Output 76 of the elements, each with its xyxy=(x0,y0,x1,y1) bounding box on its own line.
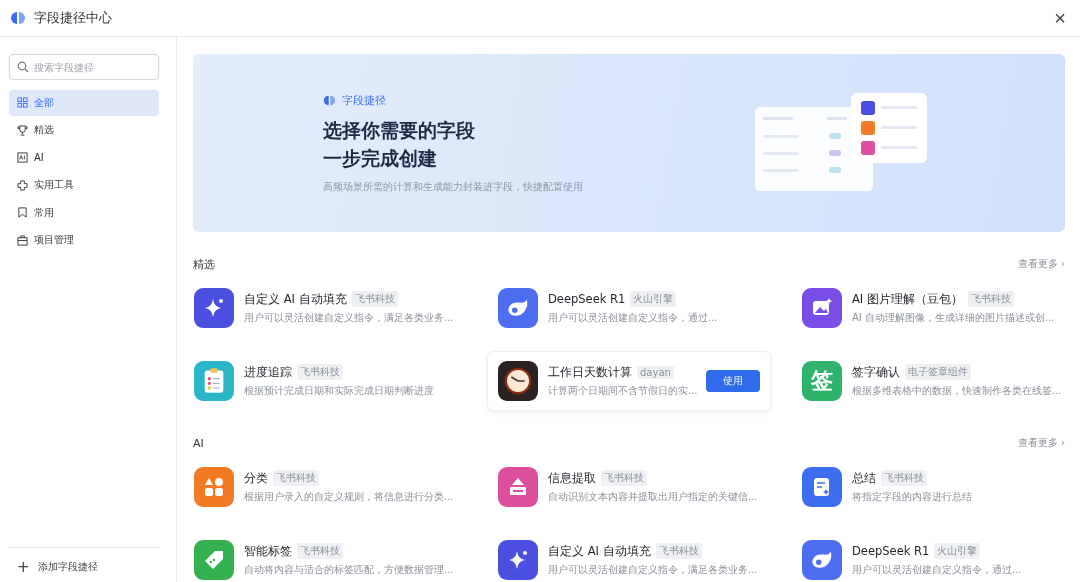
shortcut-card[interactable]: 智能标签 飞书科技 自动将内容与适合的标签匹配，方便数据管理... xyxy=(183,530,467,582)
shortcut-card[interactable]: AI 图片理解（豆包） 飞书科技 AI 自动理解图像，生成详细的图片描述或创... xyxy=(791,278,1075,338)
shortcut-description: 自动识别文本内容并提取出用户指定的关键信... xyxy=(548,490,759,504)
search-field[interactable]: 搜索字段捷径 xyxy=(9,54,159,80)
shortcut-name: 信息提取 xyxy=(548,470,596,486)
shortcut-card[interactable]: 自定义 AI 自动填充 飞书科技 用户可以灵活创建自定义指令，满足各类业务... xyxy=(487,530,771,582)
shortcut-description: 自动将内容与适合的标签匹配，方便数据管理... xyxy=(244,563,455,577)
bookmark-icon xyxy=(17,207,28,219)
provider-tag: 火山引擎 xyxy=(630,291,677,307)
banner-subtitle: 高频场景所需的计算和生成能力封装进字段，快捷配置使用 xyxy=(323,179,583,194)
sidebar-item[interactable]: 精选 xyxy=(9,117,159,143)
shortcut-name: 进度追踪 xyxy=(244,364,292,380)
view-more-link[interactable]: 查看更多 › xyxy=(1017,436,1065,450)
provider-tag: 飞书科技 xyxy=(967,291,1014,307)
sidebar-item[interactable]: 全部 xyxy=(9,90,159,116)
shortcut-card[interactable]: DeepSeek R1 火山引擎 用户可以灵活创建自定义指令，通过... xyxy=(791,530,1075,582)
grid-icon xyxy=(17,97,28,109)
shortcut-name: 分类 xyxy=(244,470,268,486)
shortcut-description: 将指定字段的内容进行总结 xyxy=(852,490,973,504)
shortcut-name: 工作日天数计算 xyxy=(548,364,632,380)
shortcut-description: 用户可以灵活创建自定义指令，满足各类业务... xyxy=(244,311,455,325)
provider-tag: 飞书科技 xyxy=(881,470,927,486)
provider-tag: 飞书科技 xyxy=(297,364,343,380)
ai-icon xyxy=(17,152,28,164)
shortcut-name: DeepSeek R1 xyxy=(852,544,930,558)
add-shortcut-button[interactable]: + 添加字段捷径 xyxy=(9,556,106,578)
banner-title: 选择你需要的字段 一步完成创建 xyxy=(323,117,476,171)
shortcut-name: AI 图片理解（豆包） xyxy=(852,291,963,307)
shortcut-name: 自定义 AI 自动填充 xyxy=(244,291,347,307)
shortcut-card[interactable]: 总结 飞书科技 将指定字段的内容进行总结 xyxy=(791,457,1075,517)
provider-tag: dayan xyxy=(637,365,674,379)
shortcut-card[interactable]: DeepSeek R1 火山引擎 用户可以灵活创建自定义指令，通过... xyxy=(487,278,771,338)
provider-tag: 飞书科技 xyxy=(601,470,647,486)
provider-tag: 火山引擎 xyxy=(934,543,981,559)
shortcut-card[interactable]: 进度追踪 飞书科技 根据预计完成日期和实际完成日期判断进度 xyxy=(183,351,467,411)
window-title: 字段捷径中心 xyxy=(34,9,112,27)
shortcut-description: 计算两个日期间不含节假日的实... xyxy=(548,383,696,398)
section-title: 精选 xyxy=(193,256,215,272)
shortcut-description: 根据多维表格中的数据，快速制作各类在线签... xyxy=(852,384,1063,398)
section-title: AI xyxy=(193,436,204,450)
provider-tag: 飞书科技 xyxy=(351,291,398,307)
search-icon xyxy=(17,61,29,73)
shortcut-description: 用户可以灵活创建自定义指令，满足各类业务... xyxy=(548,563,759,577)
shortcut-description: 根据用户录入的自定义规则，将信息进行分类... xyxy=(244,490,455,504)
app-logo-icon xyxy=(10,10,26,26)
shortcut-name: 自定义 AI 自动填充 xyxy=(548,543,651,559)
shortcut-card[interactable]: 自定义 AI 自动填充 飞书科技 用户可以灵活创建自定义指令，满足各类业务... xyxy=(183,278,467,338)
view-more-link[interactable]: 查看更多 › xyxy=(1017,257,1065,271)
provider-tag: 飞书科技 xyxy=(273,470,319,486)
tools-icon xyxy=(17,179,28,191)
shortcut-name: DeepSeek R1 xyxy=(548,292,626,306)
shortcut-card[interactable]: 分类 飞书科技 根据用户录入的自定义规则，将信息进行分类... xyxy=(183,457,467,517)
shortcut-card[interactable]: 信息提取 飞书科技 自动识别文本内容并提取出用户指定的关键信... xyxy=(487,457,771,517)
briefcase-icon xyxy=(17,234,28,246)
use-button[interactable]: 使用 xyxy=(706,370,760,392)
signature-icon: 签 xyxy=(802,361,842,401)
shortcut-description: 根据预计完成日期和实际完成日期判断进度 xyxy=(244,384,435,398)
shortcut-card[interactable]: 签 签字确认 电子签章组件 根据多维表格中的数据，快速制作各类在线签... xyxy=(791,351,1075,411)
sidebar-item[interactable]: 项目管理 xyxy=(9,227,159,253)
brand-logo-icon xyxy=(323,93,336,107)
shortcut-description: 用户可以灵活创建自定义指令，通过... xyxy=(852,563,1023,577)
shortcut-name: 智能标签 xyxy=(244,543,292,559)
sidebar-item[interactable]: 常用 xyxy=(9,200,159,226)
sidebar-item[interactable]: AI xyxy=(9,145,159,171)
shortcut-description: 用户可以灵活创建自定义指令，通过... xyxy=(548,311,719,325)
provider-tag: 飞书科技 xyxy=(655,543,702,559)
brand-name: 字段捷径 xyxy=(342,92,386,108)
shortcut-name: 签字确认 xyxy=(852,364,900,380)
close-button[interactable]: × xyxy=(1050,8,1070,28)
shortcut-card[interactable]: 工作日天数计算 dayan 计算两个日期间不含节假日的实... 使用 xyxy=(487,351,771,411)
shortcut-description: AI 自动理解图像，生成详细的图片描述或创... xyxy=(852,311,1056,325)
sidebar-item[interactable]: 实用工具 xyxy=(9,172,159,198)
shortcut-name: 总结 xyxy=(852,470,876,486)
provider-tag: 电子签章组件 xyxy=(905,364,971,380)
provider-tag: 飞书科技 xyxy=(297,543,343,559)
trophy-icon xyxy=(17,124,28,136)
